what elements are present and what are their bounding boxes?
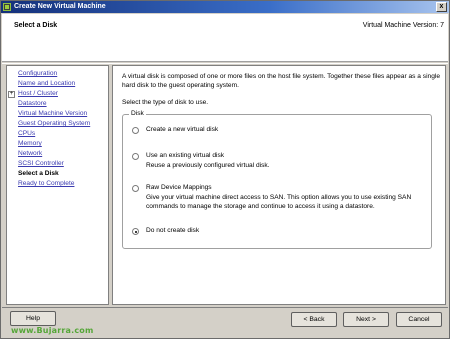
- nav-item-configuration[interactable]: Configuration: [7, 69, 108, 79]
- radio-do-not-create-disk[interactable]: [132, 228, 139, 235]
- nav-item-memory[interactable]: Memory: [7, 139, 108, 149]
- nav-item-select-a-disk: Select a Disk: [18, 170, 59, 177]
- expand-plus-icon[interactable]: +: [8, 91, 15, 98]
- option-label[interactable]: Raw Device Mappings: [146, 184, 212, 191]
- nav-item-guest-os[interactable]: Guest Operating System: [7, 119, 108, 129]
- disk-group-label: Disk: [129, 110, 146, 117]
- wizard-content-panel: A virtual disk is composed of one or mor…: [112, 65, 446, 305]
- radio-raw-device-mappings[interactable]: [132, 185, 139, 192]
- create-vm-wizard-window: Create New Virtual Machine x Select a Di…: [0, 0, 450, 339]
- window-title: Create New Virtual Machine: [14, 3, 106, 10]
- nav-item-cpus[interactable]: CPUs: [7, 129, 108, 139]
- disk-instruction-text: Select the type of disk to use.: [122, 99, 209, 106]
- watermark-text: www.Bujarra.com: [11, 326, 94, 335]
- disk-intro-text: A virtual disk is composed of one or mor…: [122, 73, 441, 89]
- nav-item-network[interactable]: Network: [7, 149, 108, 159]
- nav-item-vm-version[interactable]: Virtual Machine Version: [7, 109, 108, 119]
- nav-item-scsi-controller[interactable]: SCSI Controller: [7, 159, 108, 169]
- cancel-button[interactable]: Cancel: [396, 312, 442, 327]
- step-title: Select a Disk: [14, 22, 58, 29]
- wizard-steps-nav: Configuration Name and Location + Host /…: [6, 65, 109, 305]
- option-label[interactable]: Use an existing virtual disk: [146, 152, 224, 159]
- next-button[interactable]: Next >: [343, 312, 389, 327]
- radio-use-existing-disk[interactable]: [132, 153, 139, 160]
- nav-item-ready-to-complete[interactable]: Ready to Complete: [7, 179, 108, 189]
- footer-separator: [2, 307, 448, 308]
- title-bar: Create New Virtual Machine x: [1, 1, 449, 13]
- option-description: Reuse a previously configured virtual di…: [146, 162, 270, 169]
- nav-item-host-cluster[interactable]: + Host / Cluster: [7, 89, 108, 99]
- option-label[interactable]: Do not create disk: [146, 227, 199, 234]
- back-button[interactable]: < Back: [291, 312, 337, 327]
- option-label[interactable]: Create a new virtual disk: [146, 126, 218, 133]
- help-button[interactable]: Help: [10, 311, 56, 326]
- nav-item-name-and-location[interactable]: Name and Location: [7, 79, 108, 89]
- wizard-header: Select a Disk Virtual Machine Version: 7: [2, 14, 448, 62]
- close-button[interactable]: x: [436, 2, 447, 12]
- header-separator: [2, 63, 448, 64]
- disk-options-group: Disk Create a new virtual disk Use an ex…: [122, 110, 432, 249]
- radio-create-new-disk[interactable]: [132, 127, 139, 134]
- vm-version-label: Virtual Machine Version: 7: [362, 22, 444, 29]
- option-description: Give your virtual machine direct access …: [146, 194, 412, 210]
- nav-item-datastore[interactable]: Datastore: [7, 99, 108, 109]
- vsphere-app-icon: [3, 3, 11, 11]
